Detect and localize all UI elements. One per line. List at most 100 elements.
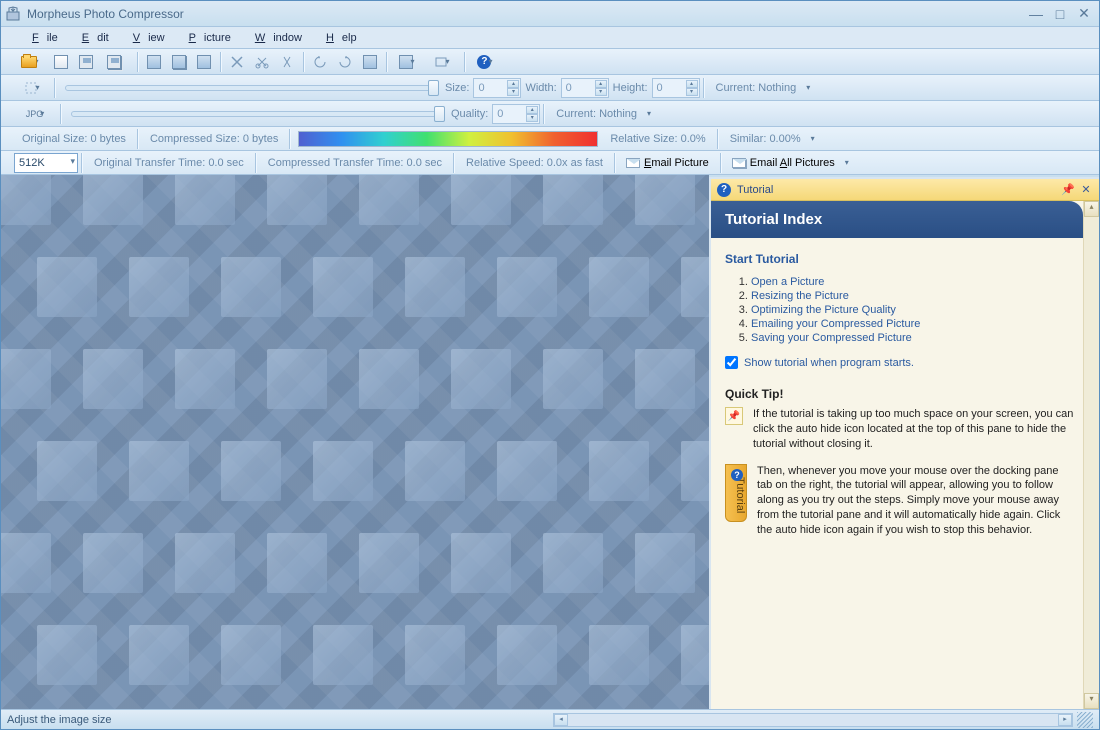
tool-btn-3[interactable] (192, 51, 216, 73)
list-item: Resizing the Picture (751, 290, 1075, 302)
relative-size: Relative Size: 0.0% (602, 133, 713, 145)
tool-fit[interactable]: ▾ (426, 51, 460, 73)
list-item: Saving your Compressed Picture (751, 332, 1075, 344)
main-area: ? Tutorial 📌 ✕ ▴ ▾ Tutorial Index Start … (1, 175, 1099, 709)
show-tutorial-checkbox[interactable] (725, 356, 738, 369)
tutorial-body: ▴ ▾ Tutorial Index Start Tutorial Open a… (711, 201, 1099, 709)
size-mode-button[interactable]: ▾ (16, 77, 50, 99)
tutorial-close-button[interactable]: ✕ (1079, 183, 1093, 197)
size-row-grip[interactable] (7, 81, 12, 95)
size-slider[interactable] (65, 85, 435, 91)
spin-down[interactable]: ▾ (686, 88, 698, 96)
save-icon (79, 55, 93, 69)
scroll-right-icon[interactable]: ▸ (1058, 714, 1072, 726)
show-tutorial-label[interactable]: Show tutorial when program starts. (744, 357, 914, 369)
menu-edit[interactable]: Edit (66, 29, 117, 47)
email-picture-button[interactable]: Email Picture (619, 152, 716, 174)
canvas-background (1, 175, 709, 709)
speed-combo[interactable]: 512K (14, 153, 78, 173)
width-spinner[interactable]: 0▴▾ (561, 78, 609, 98)
original-transfer-time: Original Transfer Time: 0.0 sec (86, 157, 252, 169)
new-button[interactable] (49, 51, 73, 73)
original-size: Original Size: 0 bytes (14, 133, 134, 145)
tool-flip[interactable] (358, 51, 382, 73)
maximize-button[interactable]: □ (1049, 5, 1071, 23)
menu-window[interactable]: Window (239, 29, 310, 47)
tutorial-titlebar[interactable]: ? Tutorial 📌 ✕ (711, 179, 1099, 201)
tutorial-header: Tutorial Index (711, 201, 1083, 238)
menu-view[interactable]: View (117, 29, 173, 47)
quality-row-grip[interactable] (7, 107, 12, 121)
format-button[interactable]: JPG▾ (16, 103, 56, 125)
minimize-button[interactable]: — (1025, 5, 1047, 23)
quality-label: Quality: (451, 108, 488, 120)
menu-file[interactable]: File (16, 29, 66, 47)
size-slider-thumb[interactable] (428, 80, 439, 96)
spin-down[interactable]: ▾ (595, 88, 607, 96)
size-label: Size: (445, 82, 469, 94)
scroll-down-icon[interactable]: ▾ (1084, 693, 1099, 709)
tool-btn-2[interactable] (167, 51, 191, 73)
tutorial-step-link[interactable]: Emailing your Compressed Picture (751, 318, 920, 330)
resize-grip[interactable] (1077, 712, 1093, 728)
tutorial-pin-button[interactable]: 📌 (1061, 183, 1075, 197)
tutorial-scrollbar[interactable]: ▴ ▾ (1083, 201, 1099, 709)
tutorial-start-heading: Start Tutorial (725, 252, 1075, 266)
list-item: Optimizing the Picture Quality (751, 304, 1075, 316)
list-item: Open a Picture (751, 276, 1075, 288)
height-spinner[interactable]: 0▴▾ (652, 78, 700, 98)
document-icon (54, 55, 68, 69)
image-x-icon (197, 55, 211, 69)
open-button[interactable]: ▾ (14, 51, 48, 73)
transfer-grip[interactable] (5, 156, 10, 170)
spin-up[interactable]: ▴ (526, 106, 538, 114)
relative-speed: Relative Speed: 0.0x as fast (458, 157, 611, 169)
tool-zoom[interactable]: ▾ (391, 51, 425, 73)
horizontal-scrollbar[interactable]: ◂ ▸ (553, 713, 1073, 727)
spin-up[interactable]: ▴ (507, 80, 519, 88)
tutorial-step-link[interactable]: Optimizing the Picture Quality (751, 304, 896, 316)
compressed-transfer-time: Compressed Transfer Time: 0.0 sec (260, 157, 450, 169)
rotate-right-icon (338, 55, 352, 69)
scroll-up-icon[interactable]: ▴ (1084, 201, 1099, 217)
scroll-left-icon[interactable]: ◂ (554, 714, 568, 726)
stats-grip[interactable] (5, 132, 10, 146)
similarity: Similar: 0.00% (722, 133, 809, 145)
quality-spinner[interactable]: 0▴▾ (492, 104, 540, 124)
size-control-row: ▾ Size: 0▴▾ Width: 0▴▾ Height: 0▴▾ Curre… (1, 75, 1099, 101)
save-all-button[interactable]: ▾ (99, 51, 133, 73)
image-dup-icon (172, 55, 186, 69)
menu-help[interactable]: Help (310, 29, 365, 47)
save-button[interactable] (74, 51, 98, 73)
tool-rot-1[interactable] (308, 51, 332, 73)
email-all-button[interactable]: Email All Pictures (725, 152, 842, 174)
quick-tip-text-1: If the tutorial is taking up too much sp… (753, 407, 1075, 452)
spin-up[interactable]: ▴ (686, 80, 698, 88)
main-toolbar: ▾ ▾ ▾ ▾ ?▾ (1, 49, 1099, 75)
quality-slider-thumb[interactable] (434, 106, 445, 122)
spin-down[interactable]: ▾ (526, 114, 538, 122)
tool-crop-2[interactable] (250, 51, 274, 73)
spin-up[interactable]: ▴ (595, 80, 607, 88)
tutorial-step-link[interactable]: Open a Picture (751, 276, 824, 288)
help-button[interactable]: ?▾ (469, 51, 503, 73)
menubar-grip[interactable] (7, 31, 12, 45)
close-button[interactable]: ✕ (1073, 5, 1095, 23)
tutorial-step-link[interactable]: Resizing the Picture (751, 290, 849, 302)
menu-picture[interactable]: Picture (173, 29, 239, 47)
quality-control-row: JPG▾ Quality: 0▴▾ Current: Nothing ▾ (1, 101, 1099, 127)
tool-rot-2[interactable] (333, 51, 357, 73)
tutorial-title: Tutorial (737, 184, 773, 196)
size-spinner[interactable]: 0▴▾ (473, 78, 521, 98)
quality-slider[interactable] (71, 111, 441, 117)
list-item: Emailing your Compressed Picture (751, 318, 1075, 330)
tool-crop-1[interactable] (225, 51, 249, 73)
tool-btn-1[interactable] (142, 51, 166, 73)
toolbar-grip[interactable] (5, 55, 10, 69)
tool-crop-3[interactable] (275, 51, 299, 73)
email-icon (626, 158, 640, 168)
folder-open-icon (21, 56, 37, 68)
spin-down[interactable]: ▾ (507, 88, 519, 96)
tutorial-step-link[interactable]: Saving your Compressed Picture (751, 332, 912, 344)
statusbar-text: Adjust the image size (7, 714, 112, 726)
